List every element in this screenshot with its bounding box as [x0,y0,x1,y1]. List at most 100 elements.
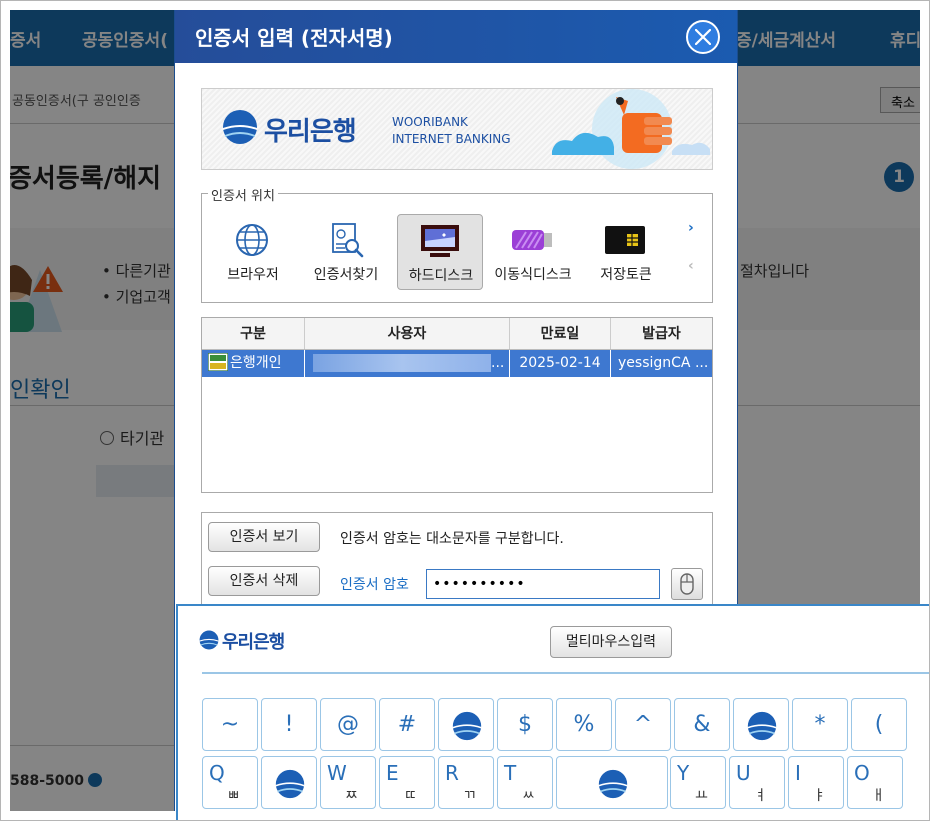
globe-icon [236,224,268,256]
woori-bank-logo-icon [598,769,628,799]
location-cert-search[interactable]: 인증서찾기 [303,214,389,290]
bank-english-line: INTERNET BANKING [392,132,511,146]
keyboard-divider [202,672,930,674]
close-icon [695,29,711,45]
key-hangul: ㅕ [754,788,767,804]
multi-mouse-input-button[interactable]: 멀티마우스입력 [550,626,672,658]
keyboard-key[interactable]: ( [851,698,907,751]
certificate-search-icon [332,223,364,258]
key-letter: U [736,761,751,785]
dialog-title: 인증서 입력 (전자서명) [195,26,393,50]
key-symbol: % [573,712,595,737]
key-hangul: ㅃ [227,788,240,804]
redacted-user-name [313,354,491,372]
column-header-user[interactable]: 사용자 [305,318,510,349]
keyboard-key[interactable]: ^ [615,698,671,751]
keyboard-key[interactable]: * [792,698,848,751]
keyboard-key[interactable]: % [556,698,612,751]
cell-issuer: yessignCA ... [618,355,709,371]
key-letter: I [795,761,801,785]
delete-certificate-button[interactable]: 인증서 삭제 [208,566,320,596]
keyboard-key[interactable]: & [674,698,730,751]
location-label: 하드디스크 [408,268,474,284]
cell-user: ... [305,350,510,377]
close-button[interactable] [686,20,720,54]
column-header-issuer[interactable]: 발급자 [611,318,712,349]
view-certificate-button[interactable]: 인증서 보기 [208,522,320,552]
monitor-icon [421,225,459,257]
key-symbol: ! [284,712,294,737]
key-letter: R [445,761,459,785]
keyboard-key[interactable]: Qㅃ [202,756,258,809]
virtual-keyboard: 우리은행 멀티마우스입력 ~! @ # $% ^ & *( QㅃWㅉEㄸRㄲTㅆYㅛUㅕIㅑ… [176,604,930,821]
keyboard-key[interactable]: Rㄲ [438,756,494,809]
key-hangul: ㅉ [345,788,358,804]
keyboard-key[interactable]: ~ [202,698,258,751]
key-symbol: $ [518,712,532,737]
key-hangul: ㅛ [695,788,708,804]
certificate-icon [208,353,228,371]
password-input[interactable]: •••••••••• [426,569,660,599]
woori-bank-logo-icon [275,769,305,799]
keyboard-key[interactable]: $ [497,698,553,751]
keyboard-key[interactable]: Uㅕ [729,756,785,809]
woori-bank-logo-icon [199,630,219,650]
key-symbol: * [814,712,826,737]
location-security-token[interactable]: 저장토큰 [583,214,669,290]
woori-bank-logo-icon [747,711,777,741]
mouse-icon [680,573,694,595]
location-hard-disk[interactable]: 하드디스크 [397,214,483,290]
location-label: 인증서찾기 [313,267,379,283]
location-browser[interactable]: 브라우저 [210,214,296,290]
usb-drive-icon [512,230,552,250]
keyboard-blank-wide-key[interactable] [556,756,668,809]
keyboard-key[interactable]: Tㅆ [497,756,553,809]
keyboard-key[interactable]: Eㄸ [379,756,435,809]
woori-bank-logo-icon [452,711,482,741]
next-location-arrow[interactable]: › [688,220,694,236]
key-letter: Y [677,761,690,785]
keyboard-key[interactable]: Iㅑ [788,756,844,809]
keyboard-key[interactable]: @ [320,698,376,751]
security-token-icon [605,226,645,254]
bank-english-line: WOORIBANK [392,115,468,129]
key-letter: E [386,761,399,785]
column-header-expiry[interactable]: 만료일 [510,318,611,349]
keyboard-key[interactable]: # [379,698,435,751]
cell-expiry: 2025-02-14 [510,350,611,377]
key-letter: W [327,761,347,785]
location-label: 저장토큰 [600,267,652,283]
key-hangul: ㄲ [463,788,476,804]
password-label: 인증서 암호 [340,577,409,593]
bank-english-name: WOORIBANK INTERNET BANKING [392,114,511,148]
certificate-location-legend: 인증서 위치 [208,185,278,204]
certificate-location-group: 인증서 위치 브라우저 인증서찾기 하드디스크 이동식디스크 저장토큰 › ‹ [201,185,713,303]
mouse-input-button[interactable] [671,568,703,600]
key-hangul: ㅆ [522,788,535,804]
table-row[interactable]: 은행개인 ... 2025-02-14 yessignCA ... [202,350,712,377]
key-symbol: ~ [220,712,240,737]
key-symbol: & [693,712,711,737]
key-symbol: @ [337,712,359,737]
key-hangul: ㅐ [872,788,885,804]
cell-type-text: 은행개인 [230,355,282,371]
location-removable-disk[interactable]: 이동식디스크 [490,214,576,290]
dialog-header: 인증서 입력 (전자서명) [175,10,737,63]
keyboard-blank-key[interactable] [733,698,789,751]
table-header: 구분 사용자 만료일 발급자 [202,318,712,350]
cell-user-ellipsis: ... [491,355,505,371]
bank-name: 우리은행 [264,117,357,147]
key-symbol: ( [874,712,884,737]
column-header-type[interactable]: 구분 [202,318,305,349]
key-letter: Q [209,761,225,785]
keyboard-key[interactable]: Oㅐ [847,756,903,809]
prev-location-arrow[interactable]: ‹ [688,258,694,274]
keyboard-blank-key[interactable] [261,756,317,809]
keyboard-key[interactable]: Yㅛ [670,756,726,809]
location-label: 브라우저 [227,267,279,283]
keyboard-key[interactable]: Wㅉ [320,756,376,809]
location-label: 이동식디스크 [494,267,572,283]
keyboard-blank-key[interactable] [438,698,494,751]
keyboard-key[interactable]: ! [261,698,317,751]
password-case-note: 인증서 암호는 대소문자를 구분합니다. [340,531,564,547]
